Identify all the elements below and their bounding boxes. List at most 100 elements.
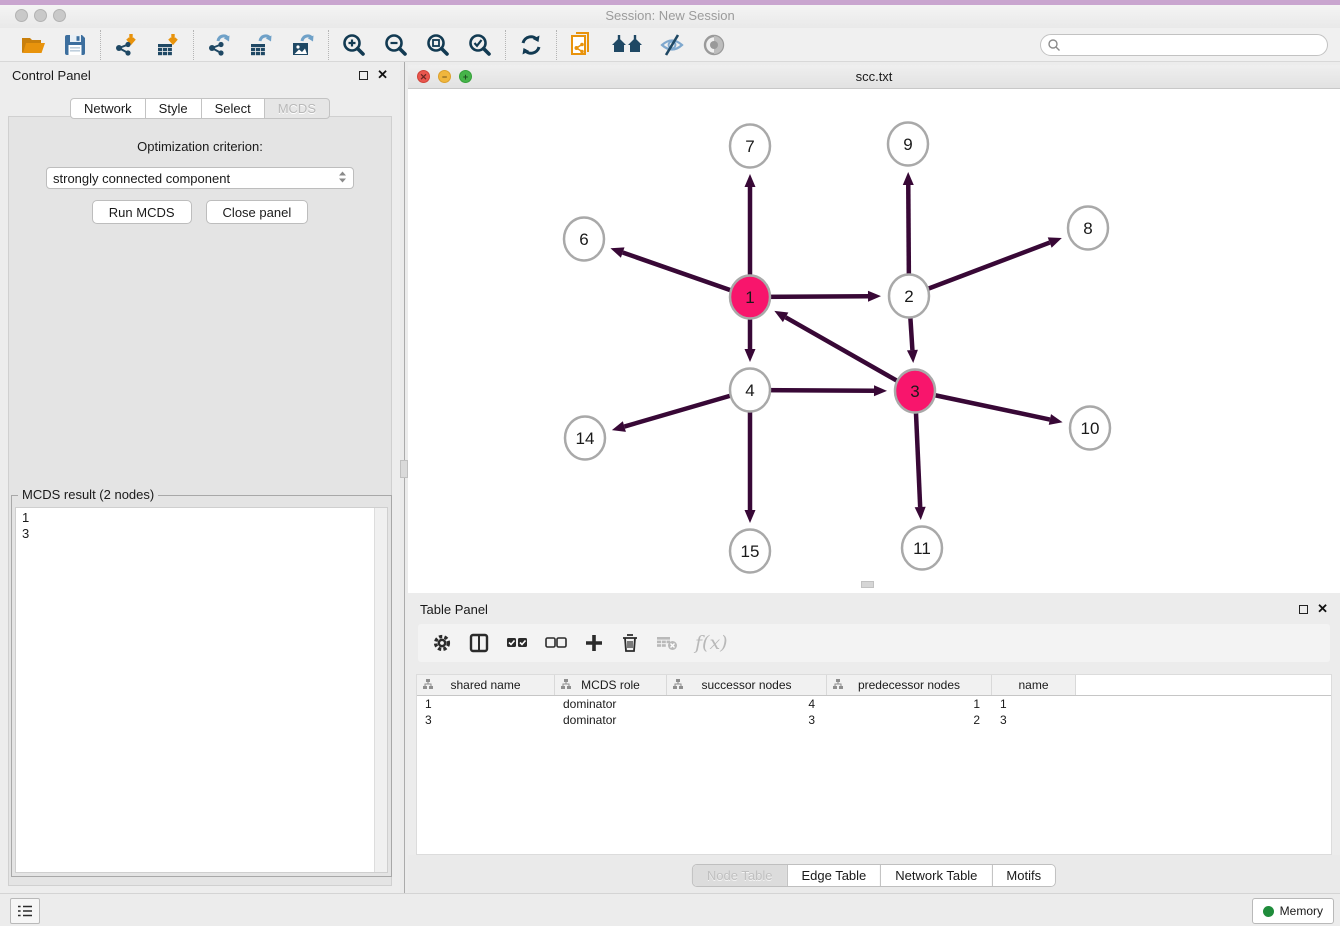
first-neighbors-icon[interactable]: [610, 31, 644, 59]
tab-network-table[interactable]: Network Table: [880, 865, 991, 886]
cell-name[interactable]: 1: [992, 697, 1076, 711]
zoom-in-icon[interactable]: [340, 31, 368, 59]
add-row-icon[interactable]: [584, 633, 604, 653]
graph-node-10[interactable]: 10: [1070, 407, 1110, 450]
refresh-layout-icon[interactable]: [517, 31, 545, 59]
splitter-handle[interactable]: [400, 460, 408, 478]
show-graphics-details-icon[interactable]: [700, 31, 728, 59]
open-session-icon[interactable]: [19, 31, 47, 59]
tab-edge-table[interactable]: Edge Table: [786, 865, 880, 886]
column-header-predecessor-nodes[interactable]: predecessor nodes: [827, 675, 992, 695]
close-panel-icon[interactable]: ✕: [1317, 604, 1328, 614]
apply-function-icon: f(x): [695, 632, 728, 654]
cell-predecessor-nodes[interactable]: 1: [827, 697, 992, 711]
task-history-button[interactable]: [10, 898, 40, 924]
close-panel-icon[interactable]: ✕: [377, 70, 388, 80]
column-header-name[interactable]: name: [992, 675, 1076, 695]
graph-node-7[interactable]: 7: [730, 125, 770, 168]
edge-3-1[interactable]: [786, 317, 915, 391]
tab-network[interactable]: Network: [70, 98, 146, 119]
graph-node-6[interactable]: 6: [564, 218, 604, 261]
graph-node-3[interactable]: 3: [895, 370, 935, 413]
import-network-icon[interactable]: [112, 31, 140, 59]
memory-button[interactable]: Memory: [1252, 898, 1334, 924]
graph-node-15[interactable]: 15: [730, 530, 770, 573]
graph-node-8[interactable]: 8: [1068, 207, 1108, 250]
column-tree-icon: [423, 679, 433, 693]
scrollbar-track[interactable]: [374, 508, 387, 872]
network-search-field[interactable]: [1040, 34, 1328, 56]
graph-node-14[interactable]: 14: [565, 417, 605, 460]
table-row[interactable]: 3dominator323: [417, 712, 1331, 728]
control-panel: Control Panel ✕ NetworkStyleSelectMCDS O…: [0, 62, 400, 893]
vertical-splitter[interactable]: [400, 62, 408, 893]
control-panel-title: Control Panel: [12, 68, 91, 83]
cell-MCDS-role[interactable]: dominator: [555, 713, 667, 727]
export-image-icon[interactable]: [289, 31, 317, 59]
column-header-shared-name[interactable]: shared name: [417, 675, 555, 695]
tab-select[interactable]: Select: [201, 98, 265, 119]
cell-successor-nodes[interactable]: 3: [667, 713, 827, 727]
column-header-label: successor nodes: [701, 678, 791, 692]
optimization-criterion-select[interactable]: strongly connected component: [46, 167, 354, 189]
table-tab-band: Node TableEdge TableNetwork TableMotifs: [408, 855, 1340, 893]
svg-text:10: 10: [1081, 419, 1100, 438]
export-table-icon[interactable]: [247, 31, 275, 59]
main-titlebar: Session: New Session: [0, 5, 1340, 28]
optimization-criterion-label: Optimization criterion:: [9, 139, 391, 154]
graph-node-9[interactable]: 9: [888, 123, 928, 166]
chevron-updown-icon: [338, 170, 347, 187]
zoom-selected-icon[interactable]: [466, 31, 494, 59]
run-mcds-button[interactable]: Run MCDS: [92, 200, 192, 224]
network-canvas[interactable]: 7 9 6 8 1 2 4 3 14 10 15 11: [408, 89, 1340, 588]
tab-motifs[interactable]: Motifs: [991, 865, 1055, 886]
cell-successor-nodes[interactable]: 4: [667, 697, 827, 711]
delete-row-icon[interactable]: [621, 633, 639, 653]
mcds-result-item[interactable]: 1: [16, 510, 387, 526]
import-table-icon[interactable]: [154, 31, 182, 59]
tab-node-table[interactable]: Node Table: [693, 865, 787, 886]
column-header-label: shared name: [450, 678, 520, 692]
save-session-icon[interactable]: [61, 31, 89, 59]
float-panel-icon[interactable]: [1299, 605, 1308, 614]
table-panel: Table Panel ✕: [408, 596, 1340, 893]
close-panel-button[interactable]: Close panel: [206, 200, 309, 224]
graph-node-1[interactable]: 1: [730, 276, 770, 319]
clone-network-icon[interactable]: [568, 31, 596, 59]
float-panel-icon[interactable]: [359, 71, 368, 80]
graph-node-4[interactable]: 4: [730, 369, 770, 412]
cell-name[interactable]: 3: [992, 713, 1076, 727]
edge-2-8[interactable]: [909, 243, 1050, 296]
column-tree-icon: [561, 679, 571, 693]
edge-arrowhead: [745, 349, 756, 362]
cell-shared-name[interactable]: 1: [417, 697, 555, 711]
network-splitter-handle[interactable]: [861, 581, 874, 588]
network-window-titlebar: ✕ − + scc.txt: [408, 65, 1340, 89]
select-all-icon[interactable]: [506, 636, 528, 650]
mcds-result-list[interactable]: 13: [15, 507, 388, 873]
settings-gear-icon[interactable]: [432, 633, 452, 653]
tab-style[interactable]: Style: [145, 98, 202, 119]
column-header-successor-nodes[interactable]: successor nodes: [667, 675, 827, 695]
export-network-icon[interactable]: [205, 31, 233, 59]
deselect-all-icon[interactable]: [545, 636, 567, 650]
graph-node-11[interactable]: 11: [902, 527, 942, 570]
session-title: Session: New Session: [0, 8, 1340, 23]
column-header-MCDS-role[interactable]: MCDS role: [555, 675, 667, 695]
cell-MCDS-role[interactable]: dominator: [555, 697, 667, 711]
table-toolbar: f(x): [418, 624, 1330, 662]
hide-graphics-details-icon[interactable]: [658, 31, 686, 59]
tab-mcds[interactable]: MCDS: [264, 98, 330, 119]
search-input[interactable]: [1061, 37, 1327, 53]
cell-shared-name[interactable]: 3: [417, 713, 555, 727]
zoom-fit-icon[interactable]: [424, 31, 452, 59]
edge-arrowhead: [874, 385, 887, 396]
zoom-out-icon[interactable]: [382, 31, 410, 59]
cell-predecessor-nodes[interactable]: 2: [827, 713, 992, 727]
table-row[interactable]: 1dominator411: [417, 696, 1331, 712]
node-table[interactable]: shared name MCDS role successor nodes prede…: [416, 674, 1332, 855]
mcds-result-item[interactable]: 3: [16, 526, 387, 542]
graph-node-2[interactable]: 2: [889, 275, 929, 318]
column-visibility-icon[interactable]: [469, 633, 489, 653]
network-view-window: ✕ − + scc.txt 7 9 6 8 1 2 4 3 14 10 15 11: [408, 65, 1340, 593]
